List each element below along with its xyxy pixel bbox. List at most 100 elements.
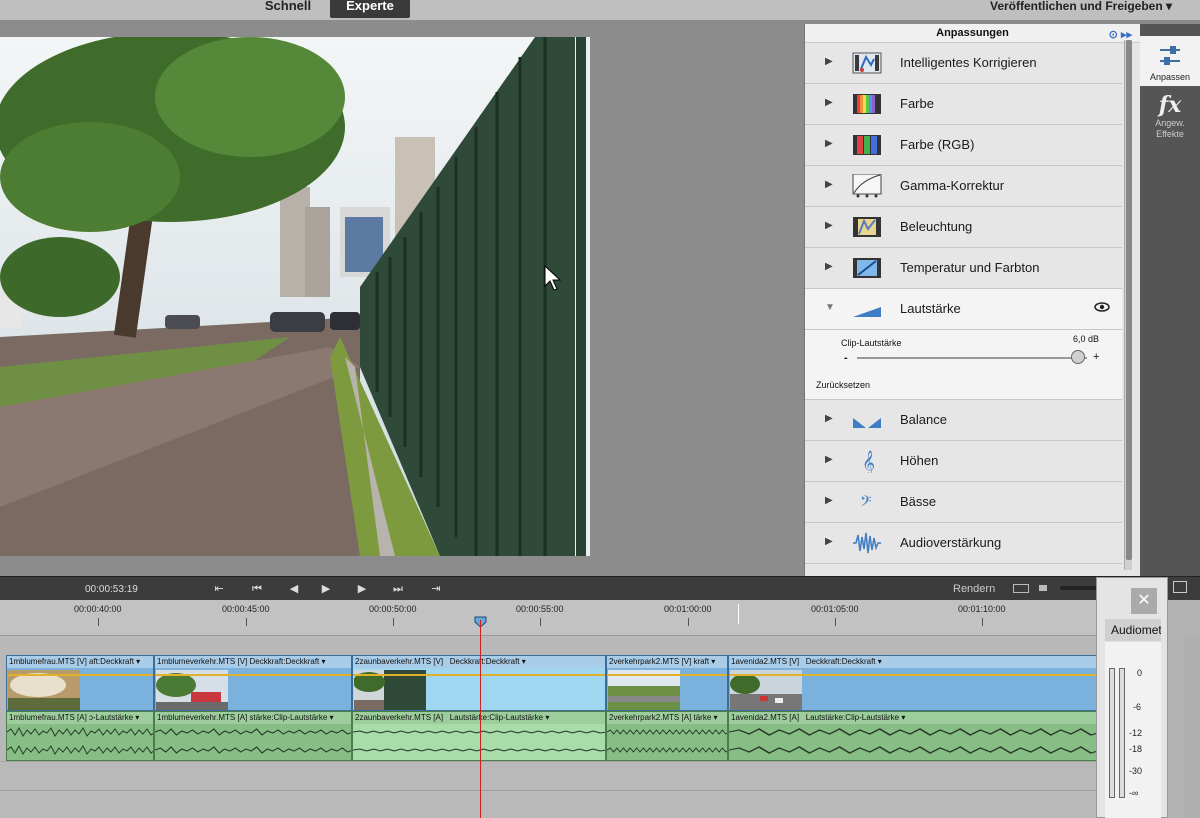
- ruler-tick: [835, 618, 836, 626]
- clip-header: 1avenida2.MTS [V] Deckkraft:Deckkraft ▾: [729, 656, 1099, 668]
- clip-effect-menu[interactable]: Lautstärke:Clip-Lautstärke ▾: [450, 713, 550, 722]
- video-clip[interactable]: 1avenida2.MTS [V] Deckkraft:Deckkraft ▾: [728, 655, 1100, 711]
- expand-arrow-icon[interactable]: ▶: [825, 261, 833, 272]
- adjustments-scrollbar[interactable]: [1124, 40, 1132, 570]
- audio-clip[interactable]: 1avenida2.MTS [A] Lautstärke:Clip-Lautst…: [728, 711, 1100, 761]
- clip-header: 2zaunbaverkehr.MTS [V] Deckkraft:Deckkra…: [353, 656, 605, 668]
- step-back-icon[interactable]: ◀: [287, 582, 301, 596]
- panel-toggle-icon[interactable]: [1173, 581, 1187, 593]
- clip-effect-menu[interactable]: Deckkraft:Deckkraft ▾: [806, 657, 882, 666]
- waveform-right: [607, 747, 727, 753]
- applied-effects-button[interactable]: fx Angew. Effekte: [1140, 92, 1200, 152]
- adjust-item-gamma[interactable]: ▶ Gamma-Korrektur: [805, 166, 1122, 207]
- adjust-item-balance[interactable]: ▶ Balance: [805, 400, 1122, 441]
- adjust-item-bass[interactable]: ▶ 𝄢 Bässe: [805, 482, 1122, 523]
- step-forward-icon[interactable]: ▶: [355, 582, 369, 596]
- clip-volume-value[interactable]: 6,0 dB: [1073, 334, 1099, 344]
- expand-arrow-icon[interactable]: ▶: [825, 56, 833, 67]
- zoom-slider[interactable]: [1060, 586, 1100, 590]
- clip-effect-menu[interactable]: Lautstärke:Clip-Lautstärke ▾: [806, 713, 906, 722]
- audio-meter-body: 0 -6 -12 -18 -30 -∞: [1105, 642, 1161, 818]
- meter-bar-left: [1109, 668, 1115, 798]
- volume-plus[interactable]: +: [1093, 351, 1099, 363]
- current-timecode[interactable]: 00:00:53:19: [85, 584, 138, 595]
- expand-arrow-icon[interactable]: ▶: [825, 97, 833, 108]
- expand-arrow-icon[interactable]: ▶: [825, 179, 833, 190]
- adjust-item-label: Bässe: [900, 494, 937, 509]
- clip-effect-menu[interactable]: kraft ▾: [693, 657, 715, 666]
- fit-timeline-icon[interactable]: [1013, 584, 1029, 593]
- quick-mode-tab[interactable]: Schnell: [256, 0, 320, 18]
- balance-icon: [853, 418, 881, 428]
- expand-arrow-icon[interactable]: ▶: [825, 413, 833, 424]
- clip-effect-menu[interactable]: tärke ▾: [693, 713, 717, 722]
- audio-clip-selected[interactable]: 2zaunbaverkehr.MTS [A] Lautstärke:Clip-L…: [352, 711, 606, 761]
- scrollbar-thumb[interactable]: [1126, 40, 1132, 560]
- adjust-item-volume[interactable]: ▼ Lautstärke: [805, 289, 1122, 330]
- applied-effects-label-2: Effekte: [1156, 129, 1184, 139]
- skip-forward-icon[interactable]: ⏭: [391, 582, 405, 596]
- volume-slider-track[interactable]: [857, 357, 1087, 359]
- video-clip[interactable]: 2verkehrpark2.MTS [V] kraft ▾: [606, 655, 728, 711]
- clip-thumbnail: [156, 670, 228, 710]
- adjust-item-treble[interactable]: ▶ 𝄞 Höhen: [805, 441, 1122, 482]
- time-ruler[interactable]: 00:00:40:00 00:00:45:00 00:00:50:00 00:0…: [0, 600, 1100, 636]
- track-area[interactable]: 1mblumefrau.MTS [V] aft:Deckkraft ▾ 1mbl…: [0, 636, 1100, 818]
- expand-arrow-icon[interactable]: ▶: [825, 220, 833, 231]
- adjust-item-smart-fix[interactable]: ▶ Intelligentes Korrigieren: [805, 43, 1122, 84]
- adjust-tool-button[interactable]: Anpassen: [1140, 36, 1200, 86]
- clip-thumbnail: [730, 670, 802, 710]
- clip-effect-menu[interactable]: Deckkraft:Deckkraft ▾: [450, 657, 526, 666]
- expand-arrow-icon[interactable]: ▶: [825, 138, 833, 149]
- waveform-right: [7, 744, 153, 755]
- adjust-item-temperature[interactable]: ▶ Temperatur und Farbton: [805, 248, 1122, 289]
- reset-link[interactable]: Zurücksetzen: [816, 380, 870, 390]
- clip-effect-menu[interactable]: aft:Deckkraft ▾: [89, 657, 140, 666]
- playhead-line[interactable]: [480, 620, 481, 818]
- audio-clip[interactable]: 1mblumefrau.MTS [A] ɔ-Lautstärke ▾: [6, 711, 154, 761]
- go-to-in-point-icon[interactable]: ⇤: [212, 582, 226, 596]
- opacity-line[interactable]: [353, 674, 605, 676]
- adjust-item-lighting[interactable]: ▶ Beleuchtung: [805, 207, 1122, 248]
- eye-visibility-icon[interactable]: [1094, 301, 1110, 313]
- opacity-line[interactable]: [729, 674, 1099, 676]
- opacity-line[interactable]: [607, 674, 727, 676]
- audio-gain-icon: [853, 532, 881, 554]
- adjust-item-color[interactable]: ▶ Farbe: [805, 84, 1122, 125]
- go-to-out-point-icon[interactable]: ⇥: [429, 582, 443, 596]
- adjust-item-color-rgb[interactable]: ▶ Farbe (RGB): [805, 125, 1122, 166]
- video-clip-selected[interactable]: 2zaunbaverkehr.MTS [V] Deckkraft:Deckkra…: [352, 655, 606, 711]
- meter-scale-label: -12: [1129, 728, 1143, 738]
- audio-clip[interactable]: 1mblumeverkehr.MTS [A] stärke:Clip-Lauts…: [154, 711, 352, 761]
- expand-arrow-icon[interactable]: ▶: [825, 495, 833, 506]
- timeline-vertical-scrollbar[interactable]: [1184, 636, 1200, 818]
- video-clip[interactable]: 1mblumeverkehr.MTS [V] Deckkraft:Deckkra…: [154, 655, 352, 711]
- meter-scale-label: -18: [1129, 744, 1143, 754]
- publish-share-menu[interactable]: Veröffentlichen und Freigeben ▾: [990, 0, 1200, 14]
- expert-mode-tab[interactable]: Experte: [330, 0, 410, 18]
- video-clip[interactable]: 1mblumefrau.MTS [V] aft:Deckkraft ▾: [6, 655, 154, 711]
- expand-arrow-icon[interactable]: ▶: [825, 536, 833, 547]
- render-button[interactable]: Rendern: [953, 583, 995, 595]
- volume-slider-knob[interactable]: [1070, 350, 1085, 364]
- audio-clip[interactable]: 2verkehrpark2.MTS [A] tärke ▾: [606, 711, 728, 761]
- volume-minus[interactable]: -: [844, 352, 848, 364]
- video-preview[interactable]: [0, 37, 590, 556]
- close-button[interactable]: ✕: [1131, 588, 1157, 614]
- skip-back-icon[interactable]: ⏮: [250, 582, 264, 596]
- clip-effect-menu[interactable]: stärke:Clip-Lautstärke ▾: [249, 713, 333, 722]
- clip-effect-menu[interactable]: ɔ-Lautstärke ▾: [89, 713, 139, 722]
- zoom-out-icon[interactable]: [1039, 585, 1047, 591]
- waveform-right: [729, 746, 1099, 754]
- clip-effect-menu[interactable]: Deckkraft:Deckkraft ▾: [249, 657, 325, 666]
- expand-arrow-icon[interactable]: ▶: [825, 454, 833, 465]
- collapse-arrow-icon[interactable]: ▼: [825, 302, 835, 313]
- clip-thumbnail: [608, 670, 680, 710]
- opacity-line[interactable]: [7, 674, 153, 676]
- opacity-line[interactable]: [155, 674, 351, 676]
- adjust-item-audio-gain[interactable]: ▶ Audioverstärkung: [805, 523, 1122, 564]
- clip-header: 2zaunbaverkehr.MTS [A] Lautstärke:Clip-L…: [353, 712, 605, 724]
- clip-name: 1mblumeverkehr.MTS [V]: [157, 657, 248, 666]
- temperature-icon: [853, 258, 881, 278]
- play-icon[interactable]: ▶: [319, 582, 333, 596]
